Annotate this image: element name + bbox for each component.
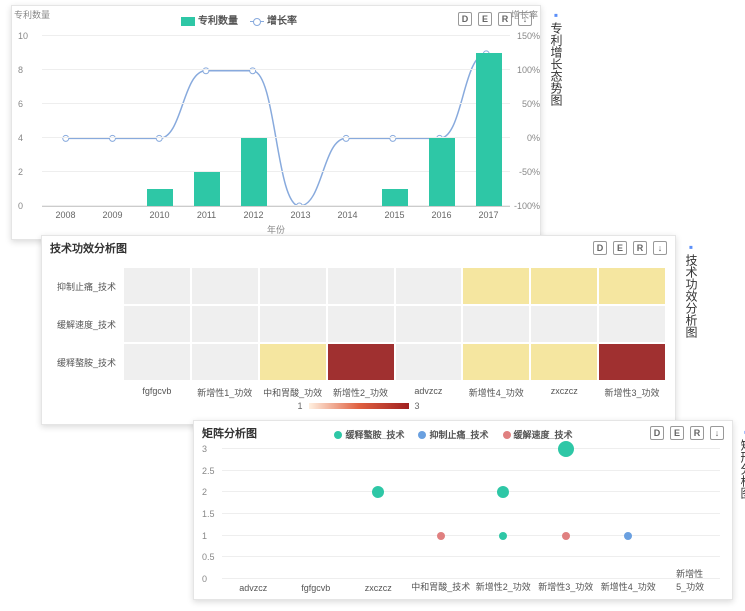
scatter-x-tick: 新增性4_功效	[601, 580, 656, 593]
bar	[147, 189, 173, 206]
chart2-side-title: ▪技术功效分析图	[683, 240, 700, 338]
x-tick: 2017	[478, 210, 498, 220]
heatmap-cell	[463, 268, 529, 304]
heatmap-cell	[124, 344, 190, 380]
chart1-legend: 专利数量 增长率	[181, 12, 297, 27]
heatmap-cell	[124, 306, 190, 342]
heatmap-x-tick: 新增性4_功效	[463, 382, 529, 399]
scatter-x-tick: advzcz	[239, 583, 267, 593]
x-tick: 2010	[149, 210, 169, 220]
chart3-plot: 00.511.522.53advzczfgfgcvbzxczcz中和胃酸_技术新…	[222, 449, 720, 579]
tech-efficacy-panel: 技术功效分析图 D E R ↓ 抑制止痛_技术缓解速度_技术缓释螯胺_技术fgf…	[41, 235, 676, 425]
chart3-toolbox: D E R ↓	[650, 426, 724, 440]
refresh-icon[interactable]: R	[498, 12, 512, 26]
bar	[476, 53, 502, 206]
x-tick: 2009	[102, 210, 122, 220]
heatmap-cell	[531, 344, 597, 380]
scatter-x-tick: zxczcz	[365, 583, 392, 593]
scatter-x-tick: 新增性3_功效	[538, 580, 593, 593]
scatter-dot	[562, 532, 570, 540]
heatmap-cell	[599, 268, 665, 304]
download-icon[interactable]: ↓	[653, 241, 667, 255]
refresh-icon[interactable]: R	[633, 241, 647, 255]
chart1-side-title: ▪专利增长态势图	[548, 8, 565, 106]
heatmap-cell	[260, 344, 326, 380]
x-tick: 2015	[384, 210, 404, 220]
heatmap-x-tick: 新增性2_功效	[328, 382, 394, 399]
patent-growth-panel: 专利数量 增长率 D E R ↓ 专利数量 增长率 0246810-100%-5…	[11, 5, 541, 240]
bar	[194, 172, 220, 206]
scatter-x-tick: fgfgcvb	[301, 583, 330, 593]
heatmap-cell	[396, 268, 462, 304]
scatter-dot	[437, 532, 445, 540]
x-tick: 2008	[55, 210, 75, 220]
heatmap-cell	[396, 344, 462, 380]
heatmap-cell	[260, 306, 326, 342]
heatmap-x-tick: 中和胃酸_功效	[260, 382, 326, 399]
x-tick: 2013	[290, 210, 310, 220]
heatmap-cell	[260, 268, 326, 304]
scatter-dot	[558, 441, 574, 457]
chart2-title: 技术功效分析图	[50, 240, 127, 256]
heatmap-cell	[192, 306, 258, 342]
legend-line-label: 增长率	[267, 16, 297, 27]
heatmap-cell	[531, 268, 597, 304]
heatmap-legend: 13	[42, 401, 675, 411]
heatmap-cell	[328, 268, 394, 304]
scatter-x-tick: 新增性2_功效	[476, 580, 531, 593]
chart1-plot: 0246810-100%-50%0%50%100%150%20082009201…	[42, 37, 510, 207]
edit-icon[interactable]: E	[670, 426, 684, 440]
bar	[382, 189, 408, 206]
heatmap-grid: 抑制止痛_技术缓解速度_技术缓释螯胺_技术fgfgcvb新增性1_功效中和胃酸_…	[42, 260, 675, 399]
matrix-analysis-panel: 矩阵分析图 缓释螯胺_技术 抑制止痛_技术 缓解速度_技术 D E R ↓ 00…	[193, 420, 733, 600]
heatmap-cell	[463, 344, 529, 380]
x-tick: 2016	[431, 210, 451, 220]
heatmap-cell	[599, 306, 665, 342]
bar	[241, 138, 267, 206]
bar	[429, 138, 455, 206]
scatter-dot	[624, 532, 632, 540]
heatmap-x-tick: 新增性1_功效	[192, 382, 258, 399]
scatter-dot	[497, 486, 509, 498]
heatmap-cell	[192, 268, 258, 304]
chart3-legend: 缓释螯胺_技术 抑制止痛_技术 缓解速度_技术	[334, 428, 572, 441]
scatter-x-tick: 中和胃酸_技术	[411, 580, 470, 593]
heatmap-row-label: 缓解速度_技术	[52, 306, 122, 342]
y-axis-left-label: 专利数量	[14, 8, 50, 21]
scatter-dot	[372, 486, 384, 498]
heatmap-cell	[463, 306, 529, 342]
scatter-dot	[499, 532, 507, 540]
heatmap-row-label: 抑制止痛_技术	[52, 268, 122, 304]
data-view-icon[interactable]: D	[650, 426, 664, 440]
data-view-icon[interactable]: D	[458, 12, 472, 26]
heatmap-cell	[396, 306, 462, 342]
x-tick: 2012	[243, 210, 263, 220]
heatmap-x-tick: zxczcz	[531, 382, 597, 399]
data-view-icon[interactable]: D	[593, 241, 607, 255]
chart3-title: 矩阵分析图	[202, 425, 257, 441]
edit-icon[interactable]: E	[613, 241, 627, 255]
heatmap-cell	[192, 344, 258, 380]
download-icon[interactable]: ↓	[710, 426, 724, 440]
x-tick: 2011	[197, 210, 216, 220]
chart2-toolbox: D E R ↓	[593, 241, 667, 255]
x-tick: 2014	[337, 210, 357, 220]
heatmap-x-tick: advzcz	[396, 382, 462, 399]
heatmap-cell	[599, 344, 665, 380]
heatmap-x-tick: 新增性3_功效	[599, 382, 665, 399]
scatter-x-tick: 新增性5_功效	[676, 567, 705, 593]
legend-bar-label: 专利数量	[198, 16, 238, 27]
heatmap-row-label: 缓释螯胺_技术	[52, 344, 122, 380]
refresh-icon[interactable]: R	[690, 426, 704, 440]
heatmap-cell	[531, 306, 597, 342]
heatmap-x-tick: fgfgcvb	[124, 382, 190, 399]
heatmap-cell	[124, 268, 190, 304]
heatmap-cell	[328, 306, 394, 342]
edit-icon[interactable]: E	[478, 12, 492, 26]
heatmap-cell	[328, 344, 394, 380]
chart3-side-title: ▪矩形分析图	[738, 425, 745, 499]
y-axis-right-label: 增长率	[511, 8, 538, 21]
